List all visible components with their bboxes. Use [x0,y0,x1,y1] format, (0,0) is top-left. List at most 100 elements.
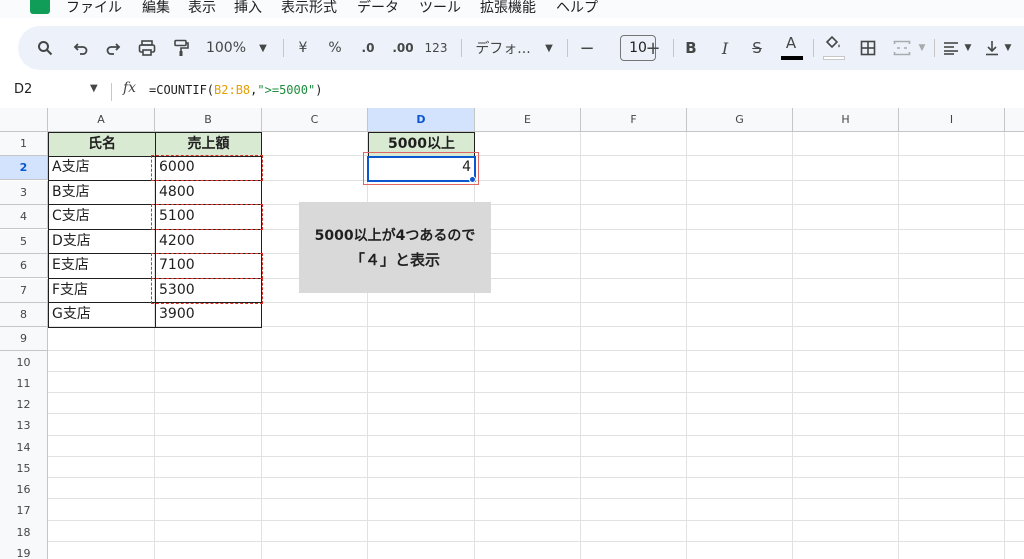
font-chevron-down-icon[interactable]: ▼ [542,26,556,70]
select-all-corner[interactable] [0,108,48,132]
toolbar-divider [283,39,284,57]
fill-color-icon[interactable] [822,26,844,60]
column-header-d[interactable]: D [368,108,475,132]
vertical-align-icon[interactable] [982,26,1002,70]
strikethrough-button[interactable]: S [746,26,768,70]
column-header-h[interactable]: H [793,108,899,132]
column-header-c[interactable]: C [262,108,368,132]
zoom-chevron-down-icon[interactable]: ▼ [256,26,270,70]
cell-b2[interactable]: 6000 [155,156,262,181]
toolbar-divider [567,39,568,57]
callout-line-1: 5000以上が4つあるので [314,227,476,244]
row-header-4[interactable]: 4 [0,205,48,229]
column-header-b[interactable]: B [155,108,262,132]
spreadsheet-grid[interactable]: A B C D E F G H I 1 2 3 4 5 6 7 8 9 10 1… [0,108,1024,559]
row-header-19[interactable]: 19 [0,542,48,559]
cell-b4[interactable]: 5100 [155,205,262,230]
more-formats-button[interactable]: 123 [422,26,450,70]
undo-icon[interactable] [68,26,94,70]
column-header-i[interactable]: I [899,108,1005,132]
italic-button[interactable]: I [714,26,736,70]
fill-handle[interactable] [469,176,476,183]
cell-b3[interactable]: 4800 [155,181,262,205]
explanation-callout: 5000以上が4つあるので 「４」と表示 [299,202,491,293]
percent-format-button[interactable]: % [324,26,346,70]
sheets-logo-icon[interactable] [30,0,50,14]
cell-a1-header-name[interactable]: 氏名 [48,132,156,157]
increase-decimal-button[interactable]: .00 [390,26,416,70]
formula-close: ) [315,83,323,97]
formula-input[interactable]: =COUNTIF(B2:B8,">=5000") [149,83,322,97]
row-header-9[interactable]: 9 [0,327,48,351]
row-header-1[interactable]: 1 [0,132,48,156]
column-header-e[interactable]: E [475,108,581,132]
cell-d1-header-result[interactable]: 5000以上 [368,132,475,157]
paint-format-icon[interactable] [168,26,194,70]
text-color-button[interactable]: A [780,26,802,60]
cell-d2-result[interactable]: 4 [368,156,475,181]
fill-color-swatch [823,56,845,60]
toolbar-divider [934,39,935,57]
row-header-5[interactable]: 5 [0,230,48,254]
cell-a5[interactable]: D支店 [48,230,156,254]
column-header-g[interactable]: G [687,108,793,132]
currency-format-button[interactable]: ¥ [292,26,314,70]
cell-b5[interactable]: 4200 [155,230,262,254]
formula-bar: D2 ▼ fx =COUNTIF(B2:B8,">=5000") [0,78,1024,106]
menu-bar: ファイル 編集 表示 挿入 表示形式 データ ツール 拡張機能 ヘルプ [0,0,1024,18]
cell-b6[interactable]: 7100 [155,254,262,279]
toolbar-divider [461,39,462,57]
menu-insert[interactable]: 挿入 [234,0,262,16]
column-header-a[interactable]: A [48,108,155,132]
toolbar-divider [813,39,814,57]
cell-a2[interactable]: A支店 [48,156,156,181]
column-header-partial[interactable] [1005,108,1024,132]
increase-font-size-button[interactable]: + [642,26,664,70]
cell-a3[interactable]: B支店 [48,181,156,205]
cell-b1-header-sales[interactable]: 売上額 [155,132,262,157]
cell-a7[interactable]: F支店 [48,279,156,303]
decrease-decimal-button[interactable]: .0 [356,26,380,70]
print-icon[interactable] [134,26,160,70]
formula-criteria: ">=5000" [257,83,316,97]
menu-format[interactable]: 表示形式 [281,0,337,16]
decrease-font-size-button[interactable]: − [576,26,598,70]
zoom-select[interactable]: 100% [204,26,248,70]
row-header-2[interactable]: 2 [0,156,48,180]
name-box-chevron-down-icon[interactable]: ▼ [90,83,98,94]
row-header-6[interactable]: 6 [0,254,48,278]
name-box[interactable]: D2 [14,82,32,97]
column-header-f[interactable]: F [581,108,687,132]
row-header-8[interactable]: 8 [0,303,48,327]
menu-file[interactable]: ファイル [66,0,122,16]
horizontal-align-icon[interactable] [940,26,962,70]
cell-b8[interactable]: 3900 [155,303,262,328]
align-chevron-down-icon[interactable]: ▼ [962,26,974,70]
menu-data[interactable]: データ [357,0,399,16]
cell-a6[interactable]: E支店 [48,254,156,279]
bold-button[interactable]: B [680,26,702,70]
cell-a8[interactable]: G支店 [48,303,156,328]
cell-b7[interactable]: 5300 [155,279,262,303]
merge-chevron-down-icon[interactable]: ▼ [916,26,928,70]
row-header-7[interactable]: 7 [0,279,48,303]
borders-icon[interactable] [856,26,880,70]
merge-cells-icon[interactable] [890,26,914,70]
toolbar-divider [673,39,674,57]
redo-icon[interactable] [100,26,126,70]
menu-tools[interactable]: ツール [419,0,461,16]
menu-edit[interactable]: 編集 [142,0,170,16]
search-menus-icon[interactable] [32,26,58,70]
row-header-3[interactable]: 3 [0,181,48,205]
font-family-select[interactable]: デフォ... [470,26,536,70]
callout-line-2: 「４」と表示 [349,250,440,269]
valign-chevron-down-icon[interactable]: ▼ [1002,26,1014,70]
cell-a4[interactable]: C支店 [48,205,156,230]
row-header-13[interactable]: 13 [0,414,48,438]
toolbar: 100% ▼ ¥ % .0 .00 123 デフォ... ▼ − 10 + B … [18,26,1024,70]
row-header-17[interactable]: 17 [0,499,48,523]
menu-extensions[interactable]: 拡張機能 [480,0,536,16]
menu-view[interactable]: 表示 [188,0,216,16]
menu-help[interactable]: ヘルプ [556,0,598,16]
fx-icon: fx [123,80,137,96]
